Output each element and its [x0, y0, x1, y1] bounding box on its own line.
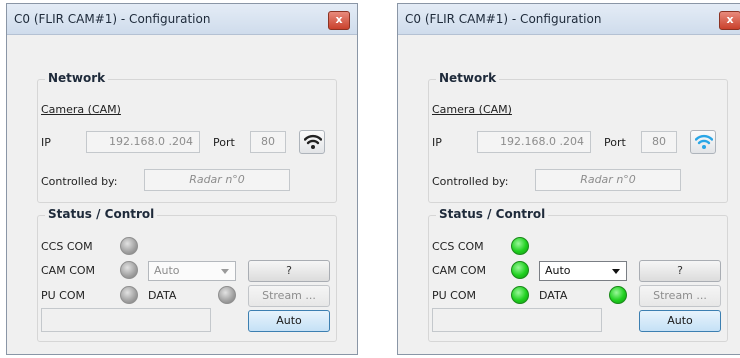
camera-link[interactable]: Camera (CAM) [432, 103, 512, 116]
auto-button[interactable]: Auto [639, 310, 721, 332]
status-heading: Status / Control [45, 207, 158, 221]
status-heading: Status / Control [436, 207, 549, 221]
camera-link[interactable]: Camera (CAM) [41, 103, 121, 116]
message-field [432, 308, 602, 332]
stream-button[interactable]: Stream ... [639, 285, 721, 307]
help-button[interactable]: ? [248, 260, 330, 282]
data-label: DATA [539, 289, 568, 302]
ip-label: IP [432, 136, 442, 149]
window-title: C0 (FLIR CAM#1) - Configuration [14, 12, 211, 26]
chevron-down-icon [221, 269, 229, 274]
ccs-com-indicator [120, 237, 138, 255]
cam-com-indicator [120, 261, 138, 279]
network-heading: Network [436, 71, 500, 85]
help-button[interactable]: ? [639, 260, 721, 282]
close-button[interactable]: x [328, 11, 350, 30]
window-title: C0 (FLIR CAM#1) - Configuration [405, 12, 602, 26]
network-group: Network Camera (CAM) IP 192.168.0 .204 P… [37, 71, 337, 203]
data-indicator [218, 286, 236, 304]
controlled-by-label: Controlled by: [432, 175, 509, 188]
mode-select[interactable]: Auto [539, 261, 627, 281]
message-field [41, 308, 211, 332]
title-bar[interactable]: C0 (FLIR CAM#1) - Configuration x [398, 4, 740, 35]
cam-com-label: CAM COM [432, 264, 487, 277]
controlled-by-field: Radar n°0 [144, 169, 290, 191]
ip-field[interactable]: 192.168.0 .204 [86, 131, 200, 153]
pu-com-indicator [511, 286, 529, 304]
network-heading: Network [45, 71, 109, 85]
data-label: DATA [148, 289, 177, 302]
ccs-com-label: CCS COM [432, 240, 484, 253]
port-label: Port [604, 136, 626, 149]
ip-field[interactable]: 192.168.0 .204 [477, 131, 591, 153]
ccs-com-indicator [511, 237, 529, 255]
ccs-com-label: CCS COM [41, 240, 93, 253]
mode-select-value: Auto [154, 264, 180, 277]
port-label: Port [213, 136, 235, 149]
ip-label: IP [41, 136, 51, 149]
window-client: Network Camera (CAM) IP 192.168.0 .204 P… [404, 35, 740, 348]
mode-select[interactable]: Auto [148, 261, 236, 281]
pu-com-label: PU COM [41, 289, 86, 302]
stream-button[interactable]: Stream ... [248, 285, 330, 307]
auto-button[interactable]: Auto [248, 310, 330, 332]
pu-com-label: PU COM [432, 289, 477, 302]
cam-com-indicator [511, 261, 529, 279]
network-group: Network Camera (CAM) IP 192.168.0 .204 P… [428, 71, 728, 203]
status-control-group: Status / Control CCS COM CAM COM Auto ? … [428, 207, 728, 342]
title-bar[interactable]: C0 (FLIR CAM#1) - Configuration x [7, 4, 357, 35]
pu-com-indicator [120, 286, 138, 304]
chevron-down-icon [612, 269, 620, 274]
config-window-left: C0 (FLIR CAM#1) - Configuration x Networ… [6, 3, 358, 355]
connect-button[interactable] [299, 130, 325, 154]
wifi-icon [695, 134, 713, 149]
cam-com-label: CAM COM [41, 264, 96, 277]
wifi-icon [304, 134, 322, 149]
connect-button[interactable] [690, 130, 716, 154]
mode-select-value: Auto [545, 264, 571, 277]
port-field[interactable]: 80 [641, 131, 677, 153]
status-control-group: Status / Control CCS COM CAM COM Auto ? … [37, 207, 337, 342]
window-client: Network Camera (CAM) IP 192.168.0 .204 P… [13, 35, 351, 348]
config-window-right: C0 (FLIR CAM#1) - Configuration x Networ… [397, 3, 740, 355]
port-field[interactable]: 80 [250, 131, 286, 153]
data-indicator [609, 286, 627, 304]
controlled-by-label: Controlled by: [41, 175, 118, 188]
controlled-by-field: Radar n°0 [535, 169, 681, 191]
close-button[interactable]: x [719, 11, 740, 30]
